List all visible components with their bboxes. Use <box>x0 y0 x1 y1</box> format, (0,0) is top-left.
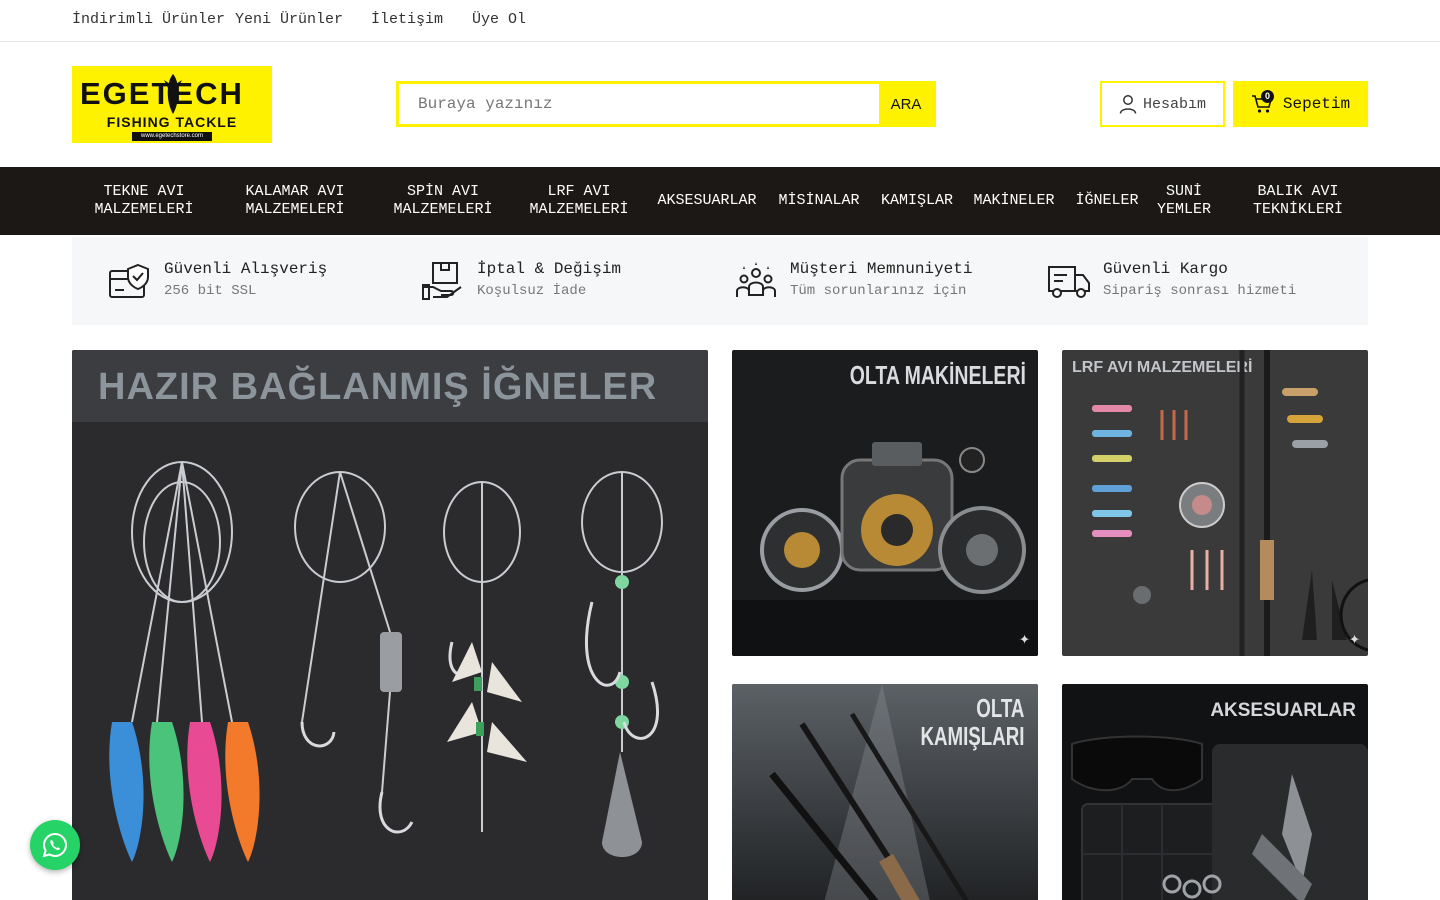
banner-title: HAZIR BAĞLANMIŞ İĞNELER <box>98 366 658 408</box>
reel-illustration <box>732 442 1038 656</box>
nav-item-fishing-techniques[interactable]: BALIK AVI TEKNİKLERİ <box>1238 167 1358 235</box>
customers-icon <box>736 262 776 297</box>
nav-item-lrf-fishing[interactable]: LRF AVI MALZEMELERİ <box>518 167 640 235</box>
link-discounted-products[interactable]: İndirimli Ürünler <box>72 11 225 28</box>
cart-count-badge: 0 <box>1261 90 1274 103</box>
nav-item-rods[interactable]: KAMIŞLAR <box>874 167 960 235</box>
banner-accessories[interactable]: AKSESUARLAR <box>1062 684 1368 900</box>
search-button[interactable]: ARA <box>879 84 933 124</box>
sparkle-icon: ✦ <box>1349 630 1360 650</box>
feature-title: İptal & Değişim <box>477 260 622 278</box>
top-bar: İndirimli Ürünler Yeni Ürünler İletişim … <box>0 0 1440 42</box>
banner-lrf-fishing[interactable]: LRF AVI MALZEMELERİ ✦ <box>1062 350 1368 656</box>
nav-item-squid-fishing[interactable]: KALAMAR AVI MALZEMELERİ <box>222 167 368 235</box>
cart-label: Sepetim <box>1282 95 1351 113</box>
secure-card-icon <box>109 263 149 298</box>
features-strip: Güvenli Alışveriş 256 bit SSL İptal & De… <box>72 237 1368 325</box>
banner-fishing-reels[interactable]: OLTA MAKİNELERİ ✦ <box>732 350 1038 656</box>
feature-subtitle: 256 bit SSL <box>164 283 257 299</box>
fish-logo-icon <box>164 74 182 114</box>
rigged-hooks-illustration <box>109 461 663 862</box>
feature-title: Güvenli Kargo <box>1103 260 1228 278</box>
logo-tagline: FISHING TACKLE <box>106 114 238 130</box>
link-contact[interactable]: İletişim <box>371 11 443 28</box>
account-button[interactable]: Hesabım <box>1100 81 1225 127</box>
sparkle-icon: ✦ <box>1019 630 1030 650</box>
lrf-gear-illustration <box>1092 350 1368 656</box>
nav-item-artificial-baits[interactable]: SUNİ YEMLER <box>1154 167 1214 235</box>
link-new-products[interactable]: Yeni Ürünler <box>235 11 343 28</box>
user-icon <box>1119 95 1137 114</box>
nav-item-spin-fishing[interactable]: SPİN AVI MALZEMELERİ <box>378 167 508 235</box>
feature-subtitle: Sipariş sonrası hizmeti <box>1103 283 1297 299</box>
cart-button[interactable]: 0 Sepetim <box>1233 81 1368 127</box>
nav-item-hooks[interactable]: İĞNELER <box>1068 167 1146 235</box>
banner-title: AKSESUARLAR <box>1210 700 1356 721</box>
nav-item-accessories[interactable]: AKSESUARLAR <box>650 167 764 235</box>
feature-subtitle: Koşulsuz İade <box>477 283 587 299</box>
link-register[interactable]: Üye Ol <box>472 11 526 28</box>
search-bar: ARA <box>396 81 936 127</box>
banner-rigged-hooks[interactable]: HAZIR BAĞLANMIŞ İĞNELER <box>72 350 708 900</box>
feature-title: Güvenli Alışveriş <box>164 260 328 278</box>
site-logo[interactable]: EGETECH FISHING TACKLE www.egetechstore.… <box>72 66 272 143</box>
logo-url: www.egetechstore.com <box>132 132 212 141</box>
banner-fishing-rods[interactable]: OLTA KAMIŞLARI <box>732 684 1038 900</box>
whatsapp-icon <box>42 832 68 858</box>
search-input[interactable] <box>399 84 879 124</box>
nav-item-lines[interactable]: MİSİNALAR <box>772 167 866 235</box>
nav-item-boat-fishing[interactable]: TEKNE AVI MALZEMELERİ <box>76 167 212 235</box>
feature-title: Müşteri Memnuniyeti <box>790 260 973 278</box>
category-nav: TEKNE AVI MALZEMELERİ KALAMAR AVI MALZEM… <box>0 167 1440 235</box>
account-label: Hesabım <box>1142 95 1206 113</box>
truck-icon <box>1048 266 1090 298</box>
return-box-icon <box>422 262 462 300</box>
nav-item-reels[interactable]: MAKİNELER <box>968 167 1060 235</box>
feature-subtitle: Tüm sorunlarınız için <box>790 283 967 299</box>
banner-title: OLTA KAMIŞLARI <box>920 693 1024 751</box>
whatsapp-button[interactable] <box>30 820 80 870</box>
